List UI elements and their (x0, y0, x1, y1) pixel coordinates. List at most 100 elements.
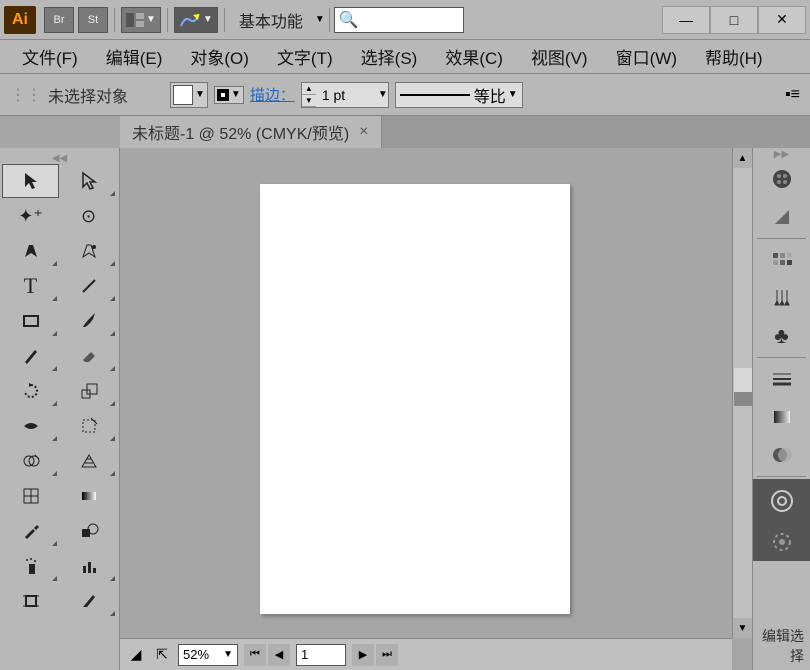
page-number[interactable]: 1 (296, 644, 346, 666)
panel-handle-icon[interactable]: ◀◀ (2, 152, 117, 164)
profile-label: 等比 (474, 83, 506, 107)
magic-wand-tool[interactable]: ✦⁺ (2, 199, 59, 233)
arrange-documents-button[interactable]: ▼ (121, 7, 161, 33)
zoom-level[interactable]: 52%▼ (178, 644, 238, 666)
vertical-scrollbar[interactable]: ▲ ▼ (732, 148, 752, 638)
width-tool[interactable] (2, 409, 59, 443)
artboard[interactable] (260, 184, 570, 614)
transparency-panel-icon[interactable] (753, 436, 810, 474)
drag-handle-icon[interactable]: ⋮⋮ (10, 85, 42, 105)
gradient-panel-icon[interactable] (753, 398, 810, 436)
symbol-sprayer-tool[interactable] (2, 549, 59, 583)
document-tab-bar: 未标题-1 @ 52% (CMYK/预览) × (120, 116, 810, 148)
first-page-button[interactable]: ⏮ (244, 644, 266, 666)
fill-swatch[interactable]: ▼ (170, 82, 208, 108)
swatches-panel-icon[interactable] (753, 241, 810, 279)
workspace-label[interactable]: 基本功能 (239, 8, 303, 32)
stroke-swatch[interactable]: ▼ (214, 86, 244, 104)
mesh-tool[interactable] (2, 479, 59, 513)
dock-handle-icon[interactable]: ▶▶ (753, 148, 810, 160)
menu-select[interactable]: 选择(S) (347, 40, 432, 73)
profile-dropdown[interactable]: 等比 ▼ (395, 82, 523, 108)
document-tab-title: 未标题-1 @ 52% (CMYK/预览) (132, 120, 349, 144)
selection-label: 未选择对象 (48, 83, 128, 107)
color-panel-icon[interactable] (753, 160, 810, 198)
eraser-tool[interactable] (60, 339, 117, 373)
line-tool[interactable] (60, 269, 117, 303)
color-guide-panel-icon[interactable] (753, 198, 810, 236)
menu-window[interactable]: 窗口(W) (602, 40, 691, 73)
rectangle-tool[interactable] (2, 304, 59, 338)
share-icon[interactable]: ⇱ (152, 645, 172, 665)
last-page-button[interactable]: ⏭ (376, 644, 398, 666)
line-icon (79, 276, 99, 296)
stroke-width-stepper[interactable]: ▲▼ 1 pt ▼ (301, 82, 389, 108)
type-tool[interactable]: T (2, 269, 59, 303)
step-up-icon[interactable]: ▲ (302, 83, 316, 95)
minimize-button[interactable]: — (662, 6, 710, 34)
close-button[interactable]: ✕ (758, 6, 806, 34)
pen-tool[interactable] (2, 234, 59, 268)
maximize-button[interactable]: □ (710, 6, 758, 34)
right-dock: ▶▶ ♣ 编辑选择 (752, 148, 810, 670)
transform-icon (79, 416, 99, 436)
stroke-width-value: 1 pt (316, 87, 376, 103)
column-graph-tool[interactable] (60, 549, 117, 583)
prev-page-button[interactable]: ◀ (268, 644, 290, 666)
menu-type[interactable]: 文字(T) (263, 40, 347, 73)
shape-builder-tool[interactable] (2, 444, 59, 478)
canvas-area[interactable]: ▲ ▼ ◢ ⇱ 52%▼ ⏮ ◀ 1 ▶ ⏭ (120, 148, 752, 670)
lasso-tool[interactable]: ⊙ (60, 199, 117, 233)
search-field[interactable] (359, 12, 536, 27)
close-tab-icon[interactable]: × (359, 123, 368, 141)
lasso-icon: ⊙ (81, 206, 96, 227)
gradient-tool[interactable] (60, 479, 117, 513)
document-tab[interactable]: 未标题-1 @ 52% (CMYK/预览) × (120, 116, 382, 148)
bridge-button[interactable]: Br (44, 7, 74, 33)
paintbrush-tool[interactable] (60, 304, 117, 338)
free-transform-tool[interactable] (60, 409, 117, 443)
symbols-panel-icon[interactable]: ♣ (753, 317, 810, 355)
menu-help[interactable]: 帮助(H) (691, 40, 777, 73)
direct-selection-icon (80, 171, 98, 191)
curvature-tool[interactable] (60, 234, 117, 268)
slice-icon (79, 591, 99, 611)
stroke-link[interactable]: 描边： (250, 84, 295, 105)
width-icon (21, 416, 41, 436)
gpu-preview-button[interactable]: ▼ (174, 7, 218, 33)
menu-view[interactable]: 视图(V) (517, 40, 602, 73)
workspace-dropdown-icon[interactable]: ▼ (315, 14, 325, 25)
brushes-panel-icon[interactable] (753, 279, 810, 317)
blend-tool[interactable] (60, 514, 117, 548)
eyedropper-tool[interactable] (2, 514, 59, 548)
scroll-down-icon[interactable]: ▼ (733, 618, 752, 638)
stroke-panel-icon[interactable] (753, 360, 810, 398)
rotate-tool[interactable] (2, 374, 59, 408)
menu-effect[interactable]: 效果(C) (431, 40, 517, 73)
scale-tool[interactable] (60, 374, 117, 408)
selection-tool[interactable] (2, 164, 59, 198)
eyedropper-icon (21, 521, 41, 541)
perspective-grid-tool[interactable] (60, 444, 117, 478)
search-input[interactable]: 🔍 (334, 7, 464, 33)
mesh-icon (21, 486, 41, 506)
wand-icon: ✦⁺ (18, 206, 43, 227)
slice-tool[interactable] (60, 584, 117, 618)
menu-object[interactable]: 对象(O) (176, 40, 263, 73)
artboard-tool[interactable] (2, 584, 59, 618)
pencil-tool[interactable] (2, 339, 59, 373)
panel-menu-icon[interactable]: ▪≡ (785, 86, 800, 104)
next-page-button[interactable]: ▶ (352, 644, 374, 666)
cloud-panel-icon[interactable] (753, 479, 810, 523)
stock-button[interactable]: St (78, 7, 108, 33)
menu-edit[interactable]: 编辑(E) (92, 40, 177, 73)
scroll-up-icon[interactable]: ▲ (733, 148, 752, 168)
scale-icon (79, 381, 99, 401)
step-down-icon[interactable]: ▼ (302, 95, 316, 107)
sprayer-icon (21, 556, 41, 576)
menu-file[interactable]: 文件(F) (8, 40, 92, 73)
artboard-icon (21, 591, 41, 611)
pencil-icon (21, 346, 41, 366)
direct-selection-tool[interactable] (60, 164, 117, 198)
libraries-panel-icon[interactable] (753, 523, 810, 561)
